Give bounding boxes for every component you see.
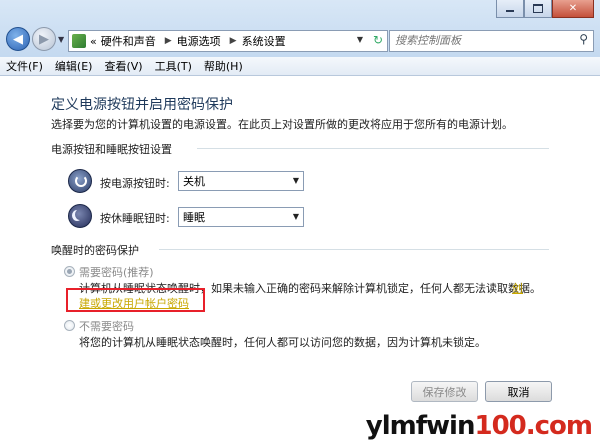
- watermark-tld: 100.com: [474, 411, 593, 441]
- breadcrumb-separator-icon[interactable]: ▶: [230, 36, 237, 46]
- no-password-label[interactable]: 不需要密码: [79, 318, 134, 334]
- require-password-label[interactable]: 需要密码(推荐): [79, 264, 154, 280]
- menu-help[interactable]: 帮助(H): [198, 58, 249, 74]
- minimize-icon: [506, 10, 514, 12]
- create-password-link-start[interactable]: 创: [512, 280, 523, 296]
- sleep-button-select[interactable]: 睡眠 ▼: [178, 207, 304, 227]
- maximize-icon: [533, 4, 543, 13]
- control-panel-icon: [72, 34, 86, 48]
- cancel-button[interactable]: 取消: [485, 381, 552, 402]
- menu-bar: 文件(F) 编辑(E) 查看(V) 工具(T) 帮助(H): [0, 57, 600, 76]
- no-password-description: 将您的计算机从睡眠状态唤醒时，任何人都可以访问您的数据，因为计算机未锁定。: [79, 336, 486, 349]
- window: ✕ ◀ ▶ ▼ « 硬件和声音 ▶ 电源选项 ▶ 系统设置 ▼ ↻ ⚲ 文件(F…: [0, 0, 600, 445]
- breadcrumb-separator-icon[interactable]: ▶: [165, 36, 172, 46]
- page-title: 定义电源按钮并启用密码保护: [51, 97, 233, 113]
- search-input[interactable]: [390, 31, 555, 49]
- window-controls: ✕: [496, 0, 594, 18]
- chevron-down-icon: ▼: [292, 176, 299, 185]
- search-icon[interactable]: ⚲: [579, 32, 588, 46]
- save-changes-button[interactable]: 保存修改: [411, 381, 478, 402]
- address-bar[interactable]: « 硬件和声音 ▶ 电源选项 ▶ 系统设置 ▼ ↻: [68, 30, 388, 52]
- breadcrumb-hardware-sound[interactable]: 硬件和声音: [101, 33, 156, 49]
- back-arrow-icon: ◀: [13, 31, 23, 47]
- forward-arrow-icon: ▶: [39, 31, 49, 47]
- content-area: 定义电源按钮并启用密码保护 选择要为您的计算机设置的电源设置。在此页上对设置所做…: [0, 76, 600, 445]
- password-section-title: 唤醒时的密码保护: [51, 244, 139, 257]
- menu-edit[interactable]: 编辑(E): [49, 58, 99, 74]
- forward-button[interactable]: ▶: [32, 27, 56, 51]
- back-button[interactable]: ◀: [6, 27, 30, 51]
- address-dropdown-icon[interactable]: ▼: [357, 35, 363, 44]
- chevron-down-icon: ▼: [292, 212, 299, 221]
- sleep-button-value: 睡眠: [183, 211, 205, 224]
- close-icon: ✕: [568, 3, 578, 14]
- sleep-button-label: 按休睡眠钮时:: [100, 212, 170, 225]
- minimize-button[interactable]: [496, 0, 524, 18]
- close-button[interactable]: ✕: [552, 0, 594, 18]
- menu-file[interactable]: 文件(F): [0, 58, 49, 74]
- maximize-button[interactable]: [524, 0, 552, 18]
- power-button-value: 关机: [183, 175, 205, 188]
- page-description: 选择要为您的计算机设置的电源设置。在此页上对设置所做的更改将应用于您所有的电源计…: [51, 118, 513, 131]
- require-password-radio[interactable]: [64, 266, 75, 277]
- power-button-icon: [68, 169, 92, 193]
- watermark-main: ylmfwin: [365, 411, 476, 441]
- watermark-logo: ylmfwin100.com: [365, 411, 593, 441]
- power-button-select[interactable]: 关机 ▼: [178, 171, 304, 191]
- title-bar: ✕ ◀ ▶ ▼ « 硬件和声音 ▶ 电源选项 ▶ 系统设置 ▼ ↻ ⚲: [0, 0, 600, 57]
- section-divider: [159, 249, 549, 250]
- breadcrumb-power-options[interactable]: 电源选项: [177, 33, 221, 49]
- search-box[interactable]: ⚲: [389, 30, 594, 52]
- breadcrumb-system-settings[interactable]: 系统设置: [242, 33, 286, 49]
- menu-view[interactable]: 查看(V): [98, 58, 148, 74]
- refresh-icon[interactable]: ↻: [373, 33, 383, 47]
- breadcrumb-overflow[interactable]: «: [90, 35, 97, 48]
- power-section-title: 电源按钮和睡眠按钮设置: [51, 143, 172, 156]
- sleep-button-icon: [68, 204, 92, 228]
- section-divider: [197, 148, 549, 149]
- power-button-label: 按电源按钮时:: [100, 177, 170, 190]
- no-password-radio[interactable]: [64, 320, 75, 331]
- recent-pages-dropdown-icon[interactable]: ▼: [58, 35, 64, 44]
- highlight-box: [66, 288, 205, 312]
- menu-tools[interactable]: 工具(T): [149, 58, 198, 74]
